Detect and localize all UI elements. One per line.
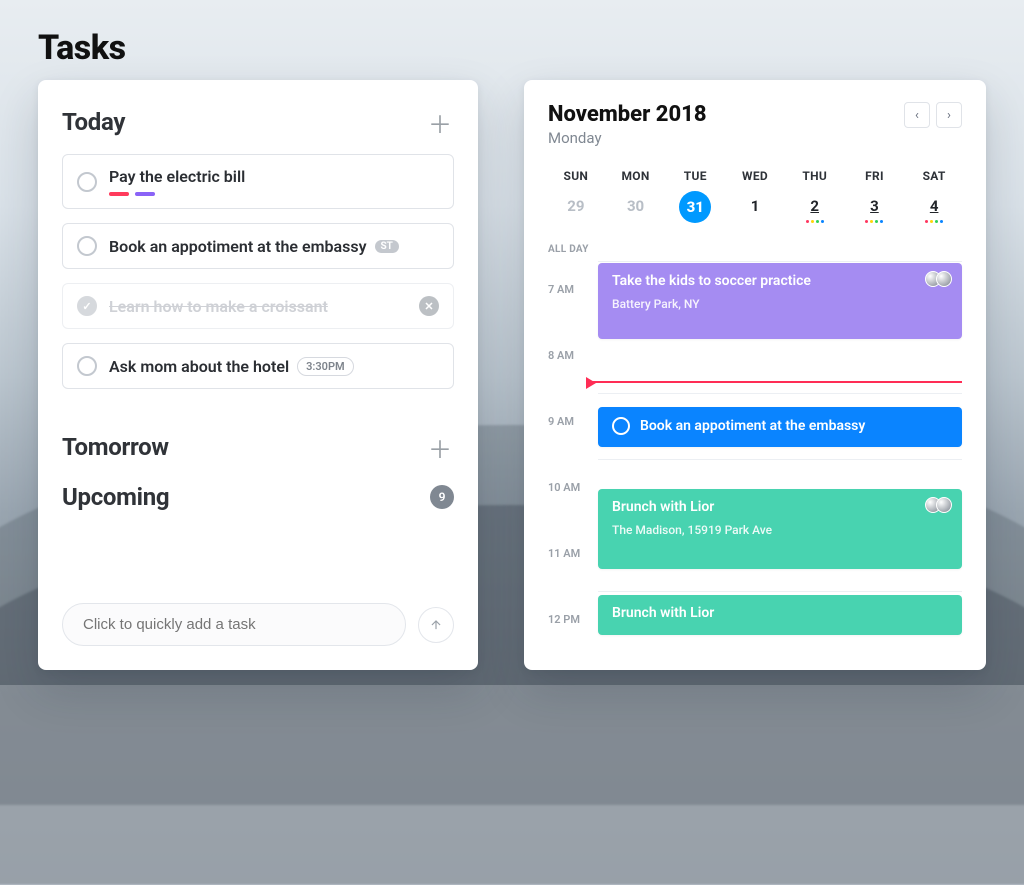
all-day-label: ALL DAY (548, 244, 962, 255)
day-cell[interactable]: 2 (787, 197, 843, 224)
day-cell[interactable]: 30 (608, 197, 664, 215)
weekday-row: SUN MON TUE WED THU FRI SAT (548, 169, 962, 183)
task-badge: ST (375, 240, 399, 253)
event-subtitle: The Madison, 15919 Park Ave (612, 523, 948, 537)
task-item-completed[interactable]: Learn how to make a croissant (62, 283, 454, 329)
hour-label: 11 AM (548, 525, 598, 591)
task-item[interactable]: Ask mom about the hotel 3:30PM (62, 343, 454, 389)
weekday-label: SAT (906, 169, 962, 183)
task-time-pill: 3:30PM (297, 357, 354, 376)
task-text: Book an appotiment at the embassy (109, 237, 367, 256)
day-number: 4 (930, 197, 939, 215)
plus-icon: ＋ (428, 430, 452, 465)
task-checkbox[interactable] (77, 172, 97, 192)
task-checkbox[interactable] (77, 356, 97, 376)
quick-add-submit-button[interactable] (418, 607, 454, 643)
day-number: 3 (870, 197, 879, 215)
upcoming-count-badge: 9 (430, 485, 454, 509)
event-checkbox[interactable] (612, 417, 630, 435)
day-cell[interactable]: 31 (667, 197, 723, 223)
delete-task-button[interactable] (419, 296, 439, 316)
plus-icon: ＋ (428, 105, 452, 140)
add-task-today-button[interactable]: ＋ (426, 108, 454, 136)
event-avatars (930, 271, 952, 287)
event-dots (865, 220, 883, 224)
arrow-up-icon (429, 618, 443, 632)
page-title: Tasks (38, 28, 126, 68)
calendar-event[interactable]: Brunch with Lior The Madison, 15919 Park … (598, 489, 962, 569)
event-title: Book an appotiment at the embassy (640, 418, 865, 434)
task-text: Pay the electric bill (109, 167, 439, 186)
task-tags (109, 192, 439, 196)
day-number: 30 (627, 197, 644, 215)
day-number: 29 (567, 197, 584, 215)
task-item[interactable]: Book an appotiment at the embassy ST (62, 223, 454, 269)
avatar (936, 271, 952, 287)
day-number: 2 (810, 197, 819, 215)
weekday-label: SUN (548, 169, 604, 183)
weekday-label: THU (787, 169, 843, 183)
daynum-row: 29 30 31 1 2 3 4 (548, 197, 962, 224)
weekday-label: FRI (847, 169, 903, 183)
weekday-label: TUE (667, 169, 723, 183)
task-text: Learn how to make a croissant (109, 297, 407, 316)
section-header-upcoming[interactable]: Upcoming 9 (62, 483, 454, 511)
schedule-grid: 7 AM8 AM9 AM10 AM11 AM12 PMTake the kids… (548, 261, 962, 657)
section-header-today: Today ＋ (62, 108, 454, 136)
tasks-panel: Today ＋ Pay the electric bill Book an ap… (38, 80, 478, 670)
day-number-selected: 31 (679, 191, 711, 223)
event-title: Brunch with Lior (612, 605, 714, 621)
calendar-panel: November 2018 Monday ‹ › SUN MON TUE WED… (524, 80, 986, 670)
quick-add-input[interactable] (62, 603, 406, 646)
calendar-title: November 2018 (548, 102, 707, 127)
avatar (936, 497, 952, 513)
day-number: 1 (751, 197, 760, 215)
calendar-event[interactable]: Brunch with Lior (598, 595, 962, 635)
calendar-subtitle: Monday (548, 129, 707, 147)
event-dots (806, 220, 824, 224)
add-task-tomorrow-button[interactable]: ＋ (426, 433, 454, 461)
calendar-next-button[interactable]: › (936, 102, 962, 128)
hour-label: 10 AM (548, 459, 598, 525)
quick-add-row (62, 603, 454, 646)
hour-label: 7 AM (548, 261, 598, 327)
day-cell[interactable]: 3 (847, 197, 903, 224)
current-time-indicator (588, 381, 962, 383)
event-title: Take the kids to soccer practice (612, 273, 811, 289)
calendar-event[interactable]: Take the kids to soccer practice Battery … (598, 263, 962, 339)
day-cell[interactable]: 1 (727, 197, 783, 215)
task-text: Ask mom about the hotel (109, 357, 289, 376)
day-cell[interactable]: 29 (548, 197, 604, 215)
section-title-today: Today (62, 108, 125, 136)
calendar-prev-button[interactable]: ‹ (904, 102, 930, 128)
event-dots (925, 220, 943, 224)
section-title-tomorrow: Tomorrow (62, 433, 169, 461)
section-title-upcoming: Upcoming (62, 483, 169, 511)
event-avatars (930, 497, 952, 513)
tag-purple (135, 192, 155, 196)
chevron-left-icon: ‹ (915, 108, 919, 123)
weekday-label: WED (727, 169, 783, 183)
task-checkbox[interactable] (77, 236, 97, 256)
section-header-tomorrow: Tomorrow ＋ (62, 433, 454, 461)
task-item[interactable]: Pay the electric bill (62, 154, 454, 209)
calendar-event[interactable]: Book an appotiment at the embassy (598, 407, 962, 447)
day-cell[interactable]: 4 (906, 197, 962, 224)
hour-label: 12 PM (548, 591, 598, 657)
task-checkbox-checked[interactable] (77, 296, 97, 316)
chevron-right-icon: › (947, 108, 951, 123)
event-subtitle: Battery Park, NY (612, 297, 948, 311)
tag-red (109, 192, 129, 196)
weekday-label: MON (608, 169, 664, 183)
event-title: Brunch with Lior (612, 499, 714, 515)
hour-label: 9 AM (548, 393, 598, 459)
